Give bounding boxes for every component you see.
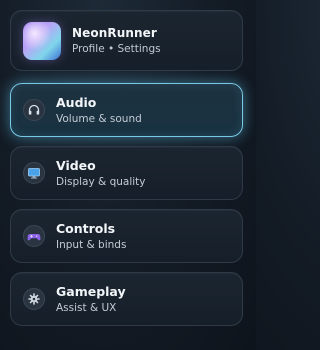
menu-item-text: Video Display & quality: [56, 158, 146, 188]
menu-item-description: Assist & UX: [56, 302, 117, 314]
menu-item-description: Volume & sound: [56, 113, 142, 125]
menu-item-controls[interactable]: Controls Input & binds: [10, 209, 243, 263]
menu-item-label: Video: [56, 158, 96, 173]
menu-item-video[interactable]: Video Display & quality: [10, 146, 243, 200]
monitor-icon: [23, 162, 45, 184]
app-title: NeonRunner: [72, 26, 157, 40]
settings-panel: NeonRunner Profile • Settings Audio Volu…: [10, 10, 243, 326]
menu-item-description: Display & quality: [56, 176, 146, 188]
gamepad-icon: [23, 225, 45, 247]
menu-item-audio[interactable]: Audio Volume & sound: [10, 83, 243, 137]
profile-header: NeonRunner Profile • Settings: [10, 10, 243, 71]
app-logo: [23, 21, 61, 60]
menu-item-text: Gameplay Assist & UX: [56, 284, 126, 314]
menu-item-label: Controls: [56, 221, 116, 236]
menu-item-description: Input & binds: [56, 239, 127, 251]
header-text: NeonRunner Profile • Settings: [72, 26, 161, 55]
menu-item-text: Audio Volume & sound: [56, 95, 142, 125]
gear-icon: [23, 288, 45, 310]
menu-item-label: Audio: [56, 95, 97, 110]
header-subtitle: Profile • Settings: [72, 43, 161, 55]
menu-item-text: Controls Input & binds: [56, 221, 126, 251]
menu-item-label: Gameplay: [56, 284, 126, 299]
menu-item-gameplay[interactable]: Gameplay Assist & UX: [10, 272, 243, 326]
headphones-icon: [23, 99, 45, 121]
